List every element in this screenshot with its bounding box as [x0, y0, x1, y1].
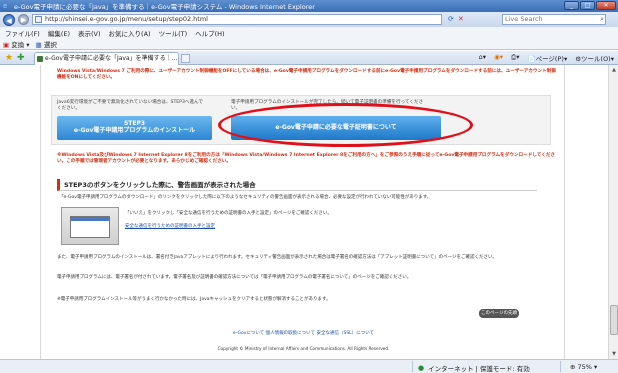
zone-label: インターネット | 保護モード: 有効 [428, 365, 530, 373]
paragraph-4: ※電子申請用プログラムインストール等がうまく行かなかった時には、Javaキャッシ… [57, 297, 331, 302]
page-icon [35, 16, 42, 23]
minimize-button[interactable]: _ [564, 1, 579, 10]
step3-title: STEP3 [123, 120, 146, 127]
step-right-note: 電子申請用プログラムのインストールが完了したら、続いて電子証明書の準備を行ってく… [231, 100, 424, 111]
close-button[interactable]: ✕ [596, 1, 616, 10]
tab-label: e-Gov電子申請に必要な「Java」を準備する｜... [45, 55, 178, 62]
refresh-icon[interactable]: ⟳ [448, 15, 454, 23]
top-warning: Windows Vista/Windows 7 ご利用の際に、ユーザーアカウント… [57, 69, 556, 80]
globe-icon: ● [418, 364, 425, 372]
tab-row: ★ ✚ e-Gov電子申請に必要な「Java」を準備する｜... ⌂▾ ◉▾ ⎙… [0, 51, 618, 65]
status-bar: ● インターネット | 保護モード: 有効 ⊕ 75% ▾ [0, 359, 618, 373]
step-panel: Java6実行環境がご不要で無効化されていない場合は、STEP3へ進んでください… [51, 95, 551, 145]
ie-icon: e [3, 2, 8, 10]
menu-file[interactable]: ファイル(F) [5, 28, 40, 38]
window-titlebar: e e-Gov電子申請に必要な「Java」を準備する｜e-Gov電子申請システム… [0, 0, 618, 12]
menu-view[interactable]: 表示(V) [78, 28, 101, 38]
home-icon[interactable]: ⌂▾ [479, 53, 486, 63]
dialog-image [70, 216, 110, 238]
convert-label: 変換 [11, 40, 25, 49]
zoom-level: 75% [577, 363, 592, 371]
feed-icon[interactable]: ◉▾ [494, 53, 503, 63]
select-label: 選択 [43, 40, 57, 49]
scroll-thumb[interactable] [610, 305, 618, 335]
certificate-info-button[interactable]: e-Gov電子申請に必要な電子証明書について [231, 116, 441, 140]
dialog-titlebar [71, 217, 109, 221]
window-title: e-Gov電子申請に必要な「Java」を準備する｜e-Gov電子申請システム -… [14, 3, 315, 11]
address-url: http://shinsei.e-gov.go.jp/menu/setup/st… [45, 15, 208, 23]
step-left-note: Java6実行環境がご不要で無効化されていない場合は、STEP3へ進んでください… [57, 100, 204, 111]
forward-button[interactable]: ▶ [18, 14, 29, 25]
tab-favicon [37, 56, 43, 62]
zoom-control[interactable]: ⊕ 75% ▾ [570, 363, 597, 371]
warning-screenshot-thumbnail [61, 207, 119, 245]
status-separator [412, 361, 413, 372]
certificate-setup-link[interactable]: 安全な通信を行うための証明書の入手と設定 [125, 224, 525, 230]
tools-menu[interactable]: ⚙ツール(O)▾ [575, 53, 614, 63]
paragraph-3: 電子申請用プログラムには、電子署名が付されています。電子署名及び証明書の確認方法… [57, 275, 412, 280]
menu-edit[interactable]: 編集(E) [48, 28, 70, 38]
window-controls: _ □ ✕ [564, 1, 616, 10]
footer-links[interactable]: e-Govについて 個人情報の取扱について 安全な通信（SSL）について [41, 331, 566, 337]
tab-tools: ⌂▾ ◉▾ ⎙▾ 📄ページ(P)▾ ⚙ツール(O)▾ [479, 53, 614, 63]
scroll-up-icon[interactable]: ▲ [609, 65, 618, 75]
tab-active[interactable]: e-Gov電子申請に必要な「Java」を準備する｜... [34, 52, 179, 65]
select-button[interactable]: ▦ 選択 [36, 39, 57, 49]
section-heading: STEP3のボタンをクリックした際に、警告画面が表示された場合 [57, 179, 537, 191]
security-zone[interactable]: ● インターネット | 保護モード: 有効 [418, 363, 530, 373]
menu-tools[interactable]: ツール(T) [159, 28, 188, 38]
status-separator [560, 361, 561, 372]
page-menu[interactable]: 📄ページ(P)▾ [527, 53, 567, 63]
back-button[interactable]: ◀ [3, 13, 15, 26]
page-menu-label: ページ(P) [535, 55, 564, 63]
address-bar[interactable]: http://shinsei.e-gov.go.jp/menu/setup/st… [32, 14, 442, 25]
scroll-down-icon[interactable]: ▼ [609, 349, 618, 359]
print-icon[interactable]: ⎙▾ [511, 53, 519, 63]
paragraph-2: また、電子申請用プログラムのインストールは、署名付きJavaアプレットにより行わ… [57, 255, 498, 260]
add-favorite-icon[interactable]: ✚ [17, 53, 25, 63]
step3-label: e-Gov電子申請用プログラムのインストール [73, 127, 196, 134]
menu-help[interactable]: ヘルプ(H) [195, 28, 224, 38]
zoom-icon: ⊕ [570, 363, 576, 371]
command-row: ▣ 変換 ▾ ▦ 選択 [0, 38, 618, 50]
convert-icon: ▣ [3, 40, 10, 49]
convert-button[interactable]: ▣ 変換 ▾ [3, 39, 30, 49]
new-tab-button[interactable] [181, 54, 190, 63]
copyright: Copyright © Ministry of Internal Affairs… [217, 346, 390, 351]
menu-favorites[interactable]: お気に入り(A) [109, 28, 151, 38]
select-icon: ▦ [35, 40, 42, 49]
address-actions: ⟳ ✕ [448, 15, 464, 23]
maximize-button[interactable]: □ [580, 1, 595, 10]
search-input[interactable]: Live Search ⌕ [502, 14, 606, 25]
vertical-scrollbar[interactable]: ▲ ▼ [608, 65, 618, 359]
search-placeholder: Live Search [505, 15, 543, 23]
paragraph-1: 「e-Gov電子申請用プログラムのダウンロード」のリンクをクリックした際に以下の… [59, 195, 432, 200]
content-viewport: Windows Vista/Windows 7 ご利用の際に、ユーザーアカウント… [0, 65, 608, 359]
step3-install-button[interactable]: STEP3 e-Gov電子申請用プログラムのインストール [57, 116, 212, 140]
page-top-button[interactable]: このページの先頭へ [479, 309, 519, 325]
search-icon[interactable]: ⌕ [600, 15, 604, 24]
mid-warning: ※Windows Vista及びWindows 7 Internet Explo… [57, 153, 556, 164]
address-toolbar: ◀ ▶ http://shinsei.e-gov.go.jp/menu/setu… [0, 12, 618, 27]
menu-bar: ファイル(F) 編集(E) 表示(V) お気に入り(A) ツール(T) ヘルプ(… [0, 27, 618, 38]
favorites-star-icon[interactable]: ★ [5, 53, 13, 63]
thumbnail-caption: 「いいえ」をクリックし「安全な通信を行うための証明書の入手と設定」のページをご確… [125, 211, 332, 216]
stop-icon[interactable]: ✕ [458, 15, 464, 23]
tools-menu-label: ツール(O) [581, 55, 611, 63]
web-page: Windows Vista/Windows 7 ご利用の際に、ユーザーアカウント… [40, 65, 565, 359]
